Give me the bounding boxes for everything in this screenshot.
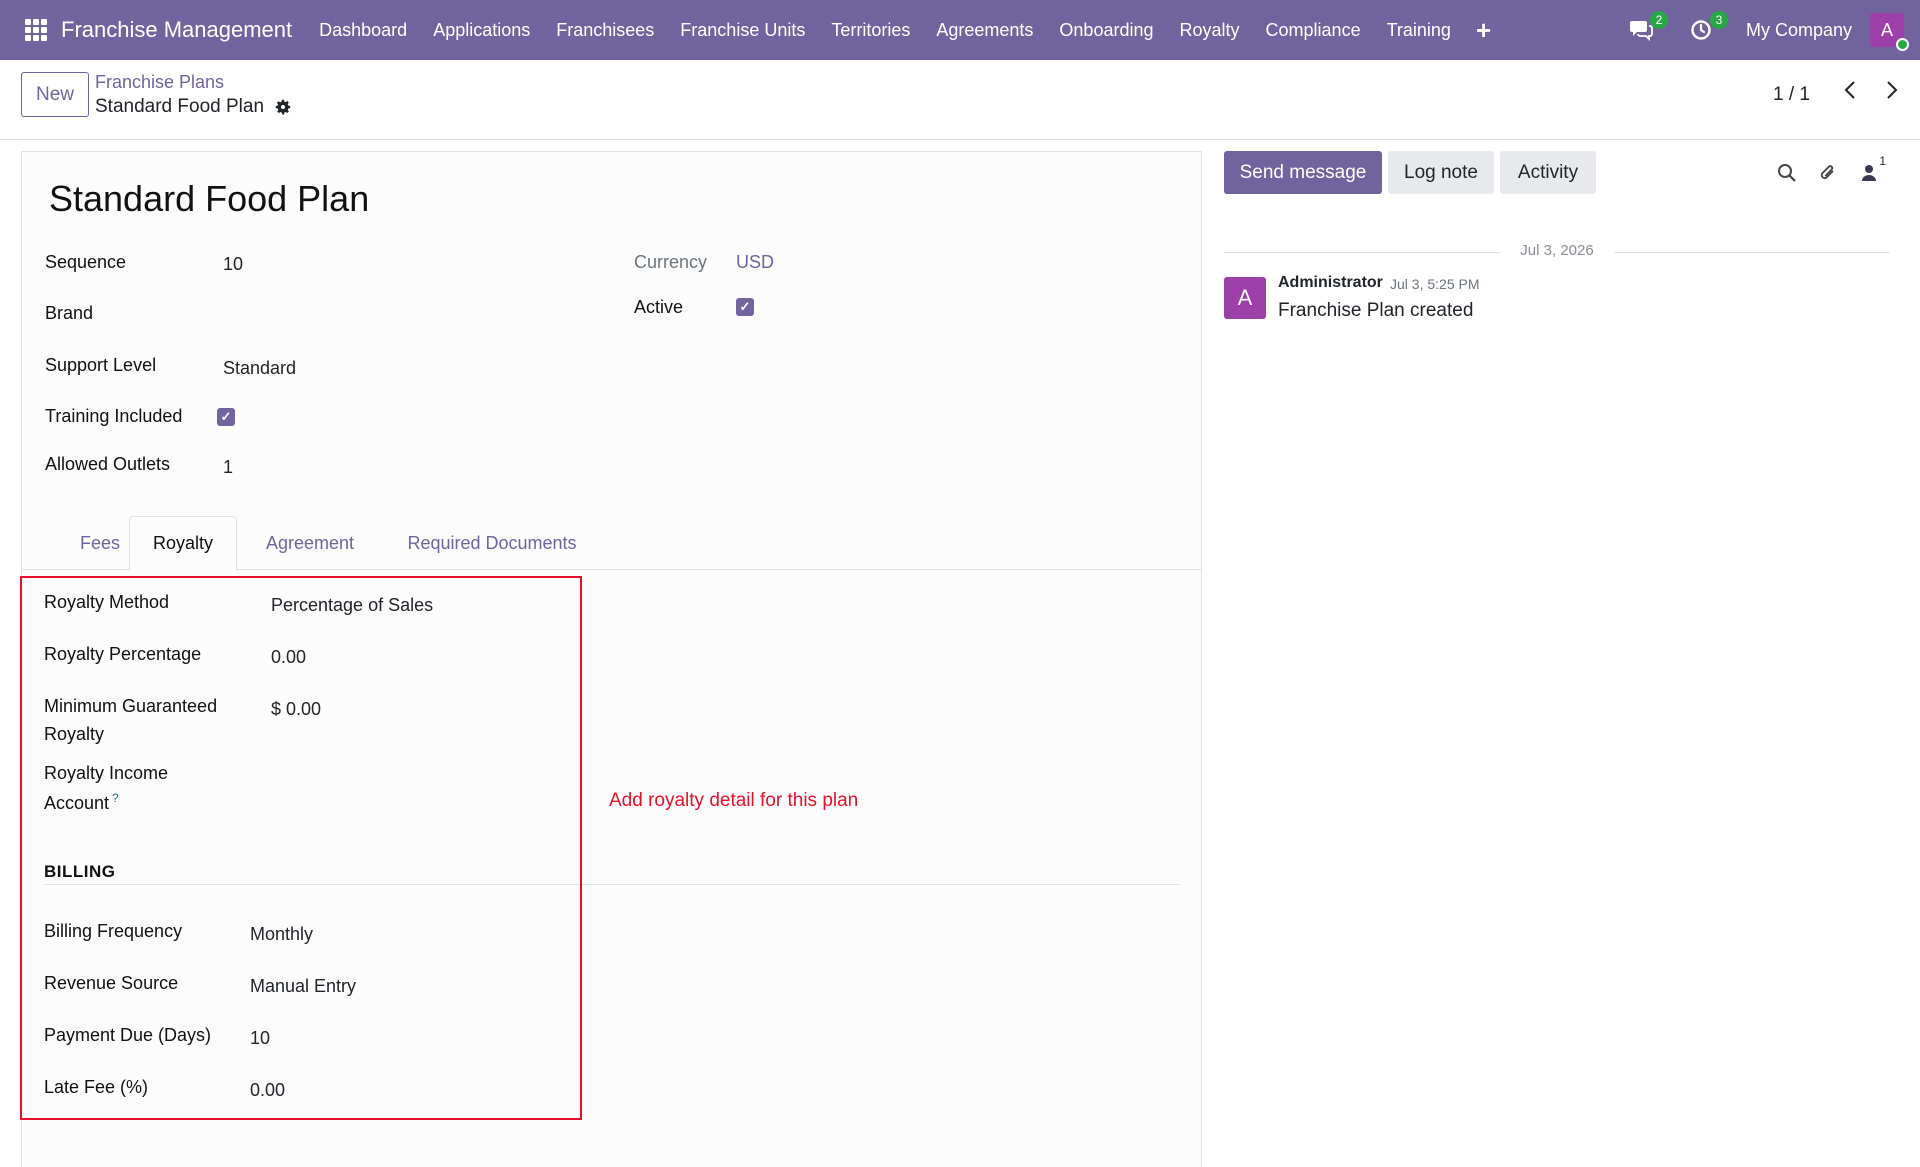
app-grid-icon[interactable]: [25, 19, 47, 41]
app-brand[interactable]: Franchise Management: [61, 17, 292, 43]
support-level-field[interactable]: Standard: [223, 358, 296, 379]
training-included-label: Training Included: [45, 406, 183, 426]
breadcrumb-current: Standard Food Plan: [95, 96, 292, 118]
followers-count: 1: [1879, 154, 1886, 168]
user-avatar[interactable]: A: [1870, 13, 1909, 51]
pager-next-button[interactable]: [1882, 78, 1902, 102]
sequence-field[interactable]: 10: [223, 254, 243, 275]
followers-button[interactable]: 1: [1856, 154, 1886, 186]
messages-badge: 2: [1649, 11, 1668, 29]
tab-royalty[interactable]: Royalty: [129, 516, 237, 571]
date-separator-label: Jul 3, 2026: [1508, 242, 1606, 259]
tab-required-documents[interactable]: Required Documents: [392, 516, 592, 570]
sequence-label: Sequence: [45, 252, 127, 272]
activities-badge: 3: [1709, 11, 1728, 29]
annotation-highlight-box: [20, 576, 582, 1120]
menu-territories[interactable]: Territories: [818, 20, 923, 41]
message-author[interactable]: Administrator: [1278, 274, 1383, 292]
main-menu: Dashboard Applications Franchisees Franc…: [306, 17, 1503, 43]
clock-icon: [1691, 20, 1711, 40]
breadcrumb-current-label: Standard Food Plan: [95, 96, 265, 117]
attachments-button[interactable]: [1815, 160, 1841, 186]
chevron-left-icon: [1844, 81, 1855, 99]
brand-label: Brand: [45, 303, 94, 323]
currency-field[interactable]: USD: [736, 252, 774, 273]
gear-icon[interactable]: [274, 98, 292, 116]
user-avatar-letter: A: [1880, 19, 1893, 40]
annotation-text: Add royalty detail for this plan: [609, 790, 859, 811]
paperclip-icon: [1820, 165, 1834, 179]
menu-franchise-units[interactable]: Franchise Units: [667, 20, 818, 41]
top-navbar: Franchise Management Dashboard Applicati…: [0, 0, 1920, 60]
log-note-button[interactable]: Log note: [1388, 151, 1494, 194]
menu-agreements[interactable]: Agreements: [923, 20, 1046, 41]
training-included-checkbox[interactable]: ✓: [217, 408, 235, 426]
menu-training[interactable]: Training: [1374, 20, 1464, 41]
activity-button[interactable]: Activity: [1500, 151, 1596, 194]
currency-label: Currency: [634, 252, 708, 272]
company-switcher[interactable]: My Company: [1746, 20, 1852, 41]
menu-onboarding[interactable]: Onboarding: [1046, 20, 1166, 41]
active-label: Active: [634, 297, 684, 317]
activities-button[interactable]: 3: [1686, 11, 1728, 45]
notebook-tabs: Fees Royalty Agreement Required Document…: [22, 516, 1203, 571]
chevron-right-icon: [1887, 81, 1898, 99]
breadcrumb-franchise-plans[interactable]: Franchise Plans: [95, 72, 224, 93]
user-icon: [1862, 165, 1876, 181]
menu-royalty[interactable]: Royalty: [1167, 20, 1253, 41]
navbar-systray: 2 3 My Company A: [1626, 0, 1920, 60]
menu-compliance[interactable]: Compliance: [1253, 20, 1374, 41]
date-separator: Jul 3, 2026: [1224, 242, 1890, 262]
allowed-outlets-label: Allowed Outlets: [45, 454, 171, 474]
message-body: Franchise Plan created: [1278, 300, 1474, 321]
send-message-button[interactable]: Send message: [1224, 151, 1382, 194]
online-status-dot: [1896, 38, 1909, 51]
pager-previous-button[interactable]: [1840, 78, 1860, 102]
message-timestamp: Jul 3, 5:25 PM: [1390, 276, 1480, 292]
chatter-panel: Send message Log note Activity 1 Jul 3, …: [1202, 140, 1920, 1167]
menu-applications[interactable]: Applications: [420, 20, 543, 41]
menu-dashboard[interactable]: Dashboard: [306, 20, 420, 41]
allowed-outlets-field[interactable]: 1: [223, 457, 233, 478]
search-icon: [1778, 164, 1796, 182]
search-messages-button[interactable]: [1774, 160, 1800, 186]
control-panel: New Franchise Plans Standard Food Plan 1…: [0, 60, 1920, 140]
menu-franchisees[interactable]: Franchisees: [543, 20, 667, 41]
plus-icon[interactable]: +: [1464, 17, 1503, 43]
active-checkbox[interactable]: ✓: [736, 298, 754, 316]
message-author-avatar[interactable]: A: [1224, 277, 1266, 319]
brand-field[interactable]: [223, 303, 603, 325]
new-button[interactable]: New: [21, 72, 89, 117]
messages-button[interactable]: 2: [1626, 11, 1668, 45]
record-title[interactable]: Standard Food Plan: [49, 178, 369, 220]
support-level-label: Support Level: [45, 355, 157, 375]
pager-value[interactable]: 1 / 1: [1773, 84, 1810, 106]
tab-agreement[interactable]: Agreement: [252, 516, 368, 570]
